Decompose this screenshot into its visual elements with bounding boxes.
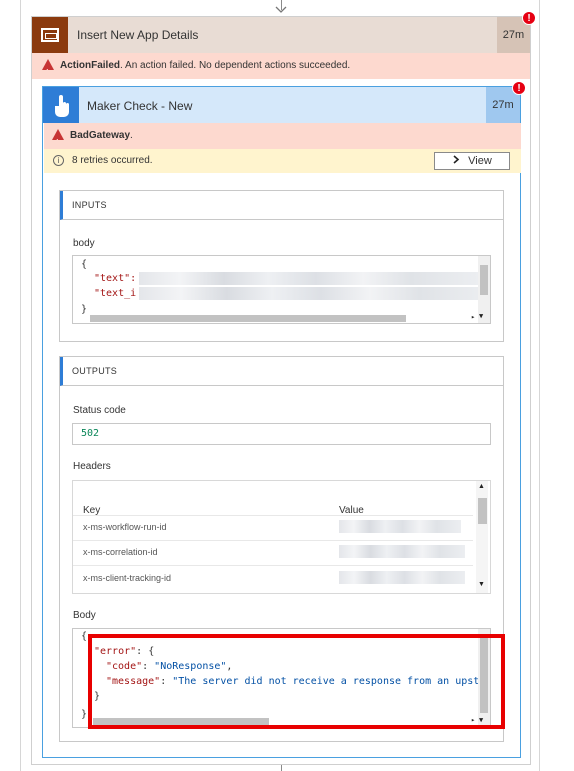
chevron-right-icon xyxy=(452,153,460,169)
table-row-key: x-ms-workflow-run-id xyxy=(83,522,167,532)
view-button-label: View xyxy=(468,155,492,167)
redacted-value xyxy=(139,272,479,285)
status-code-value[interactable]: 502 xyxy=(72,423,491,445)
action-header[interactable]: Maker Check - New 27m xyxy=(43,87,520,123)
error-message: . An action failed. No dependent actions… xyxy=(120,60,351,71)
error-badge-icon: ! xyxy=(512,81,526,95)
error-code: ActionFailed xyxy=(60,60,121,71)
section-header: INPUTS xyxy=(60,191,503,220)
json-brace: } xyxy=(81,709,88,720)
json-brace: { xyxy=(81,631,88,642)
status-code-label: Status code xyxy=(73,405,126,416)
vertical-scrollbar[interactable]: ▼ xyxy=(478,256,490,323)
redacted-value xyxy=(339,571,465,584)
flow-connector-bottom xyxy=(281,765,282,771)
inputs-body-code[interactable]: { "text": "text_i } ▼ ▸ xyxy=(72,255,491,324)
json-brace: { xyxy=(81,259,88,270)
redacted-value xyxy=(339,545,465,558)
info-icon: i xyxy=(53,155,64,166)
json-key-text: "text": xyxy=(94,273,137,284)
action-header[interactable]: Insert New App Details 27m xyxy=(32,17,530,53)
error-highlight-box xyxy=(88,634,505,729)
action-title: Insert New App Details xyxy=(77,28,199,42)
warning-icon xyxy=(52,129,64,156)
redacted-value xyxy=(139,287,489,300)
redacted-value xyxy=(339,520,461,533)
vertical-scrollbar[interactable]: ▲ ▼ xyxy=(476,481,488,593)
action-error-bar: ActionFailed. An action failed. No depen… xyxy=(32,53,530,86)
sql-table-icon xyxy=(32,17,68,53)
table-row-key: x-ms-client-tracking-id xyxy=(83,573,172,583)
action-error-bar: BadGateway. xyxy=(44,123,521,156)
action-title: Maker Check - New xyxy=(87,99,193,113)
warning-icon xyxy=(42,59,54,86)
headers-table[interactable]: Key Value x-ms-workflow-run-id x-ms-corr… xyxy=(72,480,491,594)
headers-label: Headers xyxy=(73,461,111,472)
view-retries-button[interactable]: View xyxy=(434,152,510,170)
error-suffix: . xyxy=(130,130,133,141)
horizontal-scrollbar[interactable] xyxy=(90,315,406,322)
retry-info-bar: i 8 retries occurred. View xyxy=(44,149,521,173)
down-arrow-icon xyxy=(275,2,287,14)
section-header: OUTPUTS xyxy=(60,357,503,386)
body-label: Body xyxy=(73,610,96,621)
touch-hand-icon xyxy=(43,87,79,123)
table-row-key: x-ms-correlation-id xyxy=(83,547,158,557)
json-key-text-i: "text_i xyxy=(94,288,137,299)
error-badge-icon: ! xyxy=(522,11,536,25)
body-label: body xyxy=(73,238,95,249)
json-brace: } xyxy=(81,304,88,315)
error-code: BadGateway xyxy=(70,130,131,141)
retry-text: 8 retries occurred. xyxy=(72,155,153,166)
